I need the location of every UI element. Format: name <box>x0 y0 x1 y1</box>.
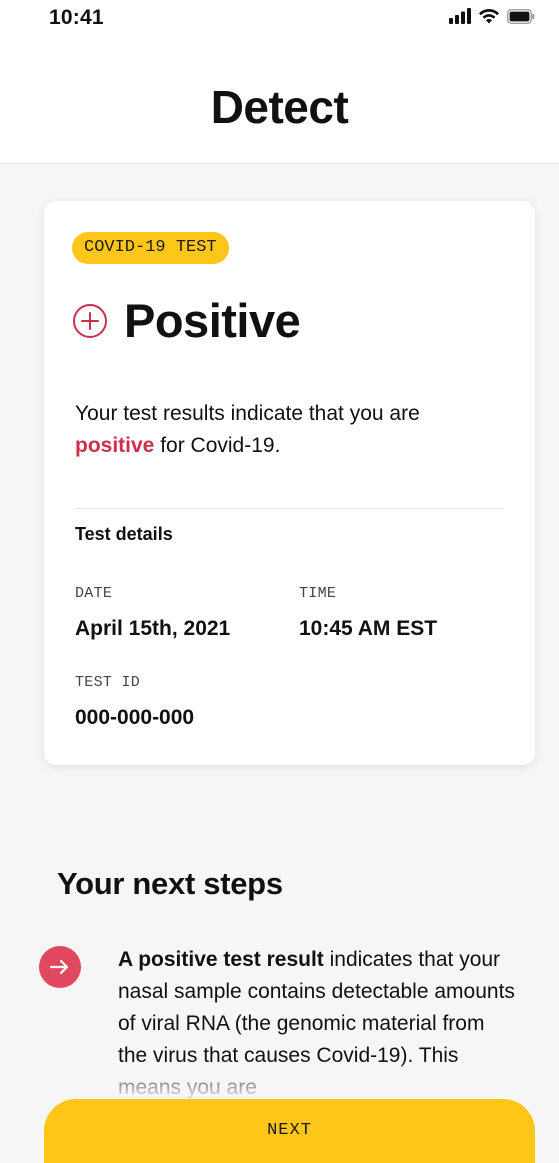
arrow-right-icon <box>39 946 81 988</box>
summary-text-before: Your test results indicate that you are <box>75 402 420 425</box>
test-type-badge: COVID-19 TEST <box>72 232 229 264</box>
next-steps-heading: Your next steps <box>57 866 283 901</box>
battery-icon <box>507 8 535 24</box>
next-button[interactable]: NEXT <box>44 1099 535 1163</box>
test-id-value: 000-000-000 <box>75 706 195 729</box>
test-result-card: COVID-19 TEST Positive Your test results… <box>44 201 535 765</box>
page-title: Detect <box>210 81 349 133</box>
next-step-item: A positive test result indicates that yo… <box>118 944 518 1104</box>
test-details-heading: Test details <box>75 524 173 544</box>
status-icons <box>449 8 535 24</box>
card-divider <box>75 508 502 509</box>
signal-icon <box>449 8 471 24</box>
status-time: 10:41 <box>49 6 104 29</box>
result-label: Positive <box>124 294 301 347</box>
result-summary: Your test results indicate that you are … <box>75 398 455 462</box>
time-value: 10:45 AM EST <box>299 617 438 640</box>
next-step-bold: A positive test result <box>118 948 324 971</box>
date-label: DATE <box>75 585 113 602</box>
summary-text-after: for Covid-19. <box>154 434 281 457</box>
time-label: TIME <box>299 585 337 602</box>
wifi-icon <box>479 8 499 24</box>
plus-circle-icon <box>73 303 107 338</box>
date-value: April 15th, 2021 <box>75 617 231 640</box>
top-bar: 10:41 Detect <box>0 0 559 164</box>
summary-highlight: positive <box>75 434 155 457</box>
result-row: Positive <box>72 293 301 348</box>
test-id-label: TEST ID <box>75 674 141 691</box>
